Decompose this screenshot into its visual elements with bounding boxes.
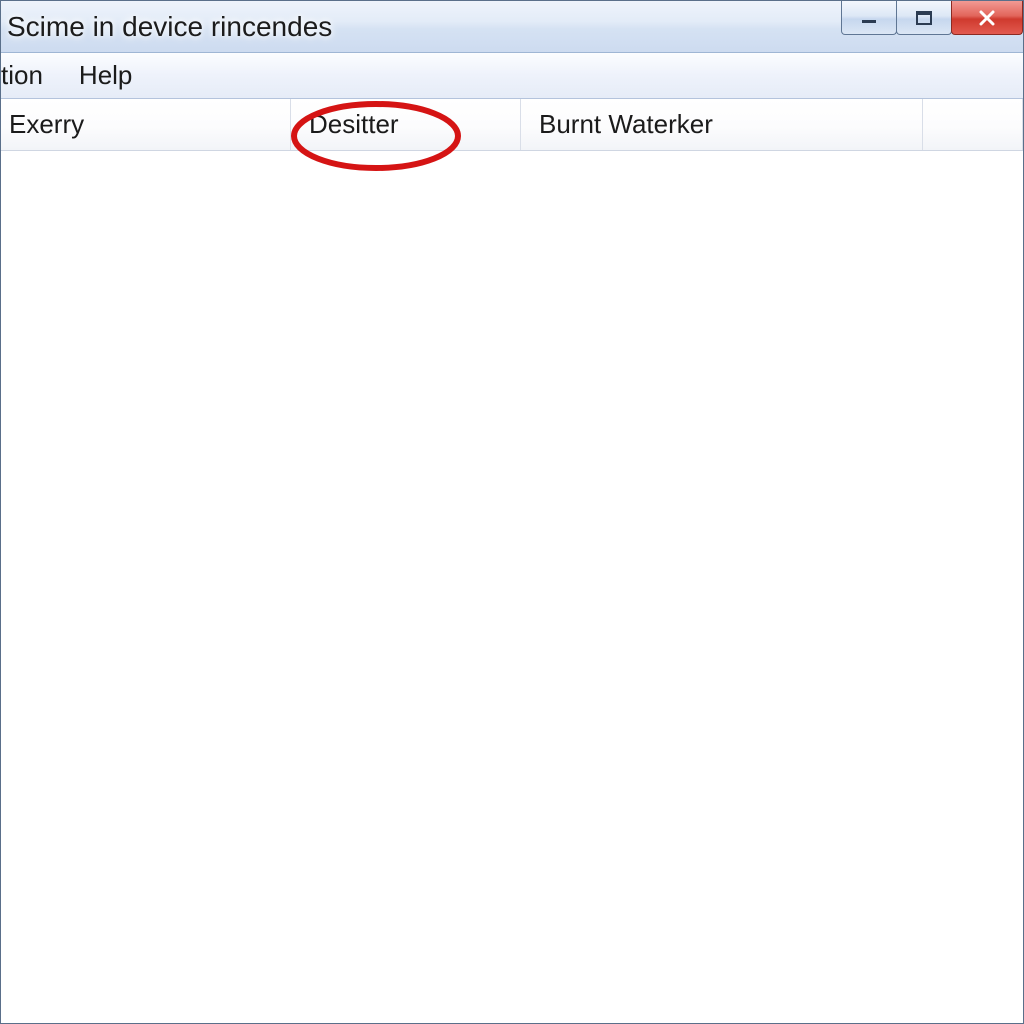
app-window: Scime in device rincendes tion [0, 0, 1024, 1024]
maximize-icon [915, 11, 933, 25]
window-title: Scime in device rincendes [7, 11, 332, 43]
column-header-label: Burnt Waterker [539, 109, 713, 140]
minimize-button[interactable] [841, 1, 897, 35]
window-caption-buttons [842, 1, 1023, 35]
menu-item-tion[interactable]: tion [1, 56, 61, 95]
column-header-label: Desitter [309, 109, 399, 140]
minimize-icon [860, 11, 878, 25]
column-header-row: Exerry Desitter Burnt Waterker [1, 99, 1023, 151]
list-content-area[interactable] [1, 151, 1023, 1023]
column-header-burnt-waterker[interactable]: Burnt Waterker [521, 99, 923, 150]
menu-item-label: Help [79, 60, 132, 90]
column-header-exerry[interactable]: Exerry [1, 99, 291, 150]
menu-item-label: tion [1, 60, 43, 90]
titlebar[interactable]: Scime in device rincendes [1, 1, 1023, 53]
column-header-label: Exerry [9, 109, 84, 140]
column-header-desitter[interactable]: Desitter [291, 99, 521, 150]
close-button[interactable] [951, 1, 1023, 35]
column-header-extra[interactable] [923, 99, 1023, 150]
menu-bar: tion Help [1, 53, 1023, 99]
menu-item-help[interactable]: Help [61, 56, 150, 95]
maximize-button[interactable] [896, 1, 952, 35]
close-icon [977, 10, 997, 26]
